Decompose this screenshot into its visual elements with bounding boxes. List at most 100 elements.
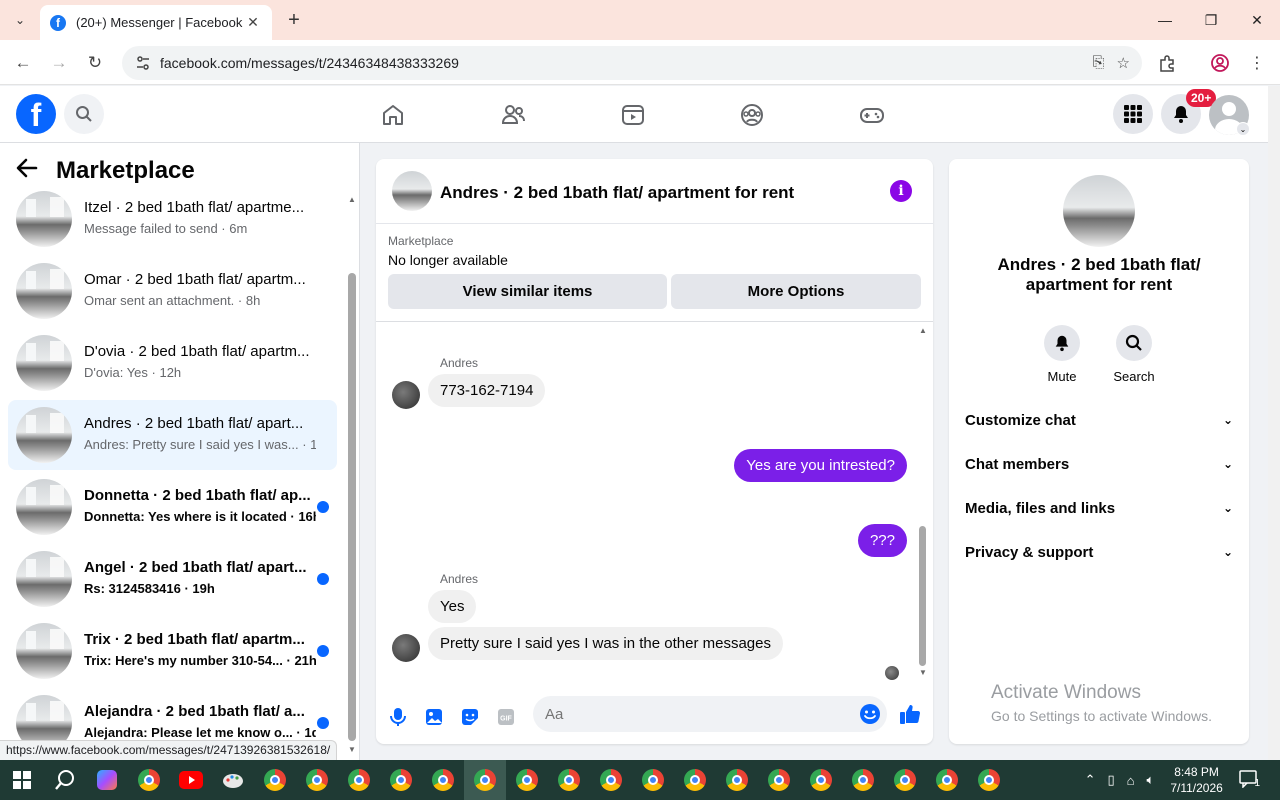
listing-photo[interactable] (1063, 175, 1135, 247)
groups-icon[interactable] (737, 100, 767, 130)
mute-action[interactable]: Mute (1032, 325, 1092, 384)
chrome-taskbar-icon[interactable] (380, 760, 422, 800)
facebook-search-button[interactable] (64, 94, 104, 134)
device-icon[interactable]: ▯ (1107, 772, 1114, 788)
chrome-taskbar-icon[interactable] (128, 760, 170, 800)
address-bar[interactable]: facebook.com/messages/t/2434634843833326… (122, 46, 1142, 80)
photo-icon[interactable] (423, 706, 445, 728)
microphone-icon[interactable] (387, 706, 409, 728)
message-input[interactable] (533, 696, 887, 732)
page-scrollbar[interactable] (1268, 86, 1280, 760)
chrome-taskbar-icon[interactable] (674, 760, 716, 800)
mute-bell-icon[interactable] (1044, 325, 1080, 361)
conversation-item[interactable]: D'ovia · 2 bed 1bath flat/ apartm... D'o… (8, 328, 337, 398)
chevron-up-icon[interactable]: ⌃ (1085, 772, 1096, 788)
friends-icon[interactable] (498, 100, 528, 130)
incoming-message[interactable]: Yes (428, 590, 477, 623)
sender-avatar[interactable] (392, 381, 420, 409)
browser-menu-icon[interactable]: ⋮ (1244, 50, 1270, 76)
site-info-icon[interactable] (132, 52, 154, 74)
profile-icon[interactable] (1207, 50, 1233, 76)
chrome-taskbar-icon[interactable] (590, 760, 632, 800)
incoming-message[interactable]: 773-162-7194 (428, 374, 546, 407)
sticker-icon[interactable] (459, 706, 481, 728)
scrollbar-thumb[interactable] (919, 526, 926, 666)
privacy-support-section[interactable]: Privacy & support ⌄ (965, 530, 1233, 574)
close-window-icon[interactable]: ✕ (1234, 0, 1280, 40)
youtube-icon[interactable] (170, 760, 212, 800)
conversation-item-active[interactable]: Andres · 2 bed 1bath flat/ apart... Andr… (8, 400, 337, 470)
chrome-taskbar-icon[interactable] (296, 760, 338, 800)
sender-avatar[interactable] (392, 634, 420, 662)
chrome-taskbar-icon[interactable] (800, 760, 842, 800)
media-files-links-section[interactable]: Media, files and links ⌄ (965, 486, 1233, 530)
conversation-item[interactable]: Itzel · 2 bed 1bath flat/ apartme... Mes… (8, 184, 337, 254)
chrome-taskbar-icon[interactable] (506, 760, 548, 800)
chat-title[interactable]: Andres · 2 bed 1bath flat/ apartment for… (440, 183, 794, 203)
sidebar-scrollbar[interactable]: ▲ ▼ (345, 191, 359, 756)
conversation-item[interactable]: Angel · 2 bed 1bath flat/ apart... Rs: 3… (8, 544, 337, 614)
scroll-down-icon[interactable]: ▼ (348, 745, 356, 754)
volume-icon[interactable]: 🔈︎ (1147, 772, 1155, 788)
menu-grid-icon[interactable] (1113, 94, 1153, 134)
conversation-info-icon[interactable]: i (890, 180, 912, 202)
video-icon[interactable] (618, 100, 648, 130)
conversation-item[interactable]: Donnetta · 2 bed 1bath flat/ ap... Donne… (8, 472, 337, 542)
like-thumbs-up-icon[interactable] (899, 703, 921, 725)
back-icon[interactable]: ← (10, 50, 36, 76)
home-icon[interactable] (378, 100, 408, 130)
conversation-item[interactable]: Trix · 2 bed 1bath flat/ apartm... Trix:… (8, 616, 337, 686)
chat-members-section[interactable]: Chat members ⌄ (965, 442, 1233, 486)
chrome-taskbar-icon[interactable] (926, 760, 968, 800)
chrome-taskbar-icon[interactable] (758, 760, 800, 800)
incoming-message[interactable]: Pretty sure I said yes I was in the othe… (428, 627, 783, 660)
account-chevron-icon[interactable]: ⌄ (1236, 122, 1250, 136)
more-options-button[interactable]: More Options (671, 274, 921, 309)
copilot-icon[interactable] (86, 760, 128, 800)
scroll-down-icon[interactable]: ▼ (919, 668, 927, 677)
extensions-icon[interactable] (1154, 50, 1180, 76)
scroll-up-icon[interactable]: ▲ (348, 195, 356, 204)
chat-listing-thumbnail[interactable] (392, 171, 432, 211)
notification-center-icon[interactable]: 1 (1239, 769, 1268, 791)
chat-scrollbar[interactable]: ▲ ▼ (916, 326, 928, 677)
install-app-icon[interactable]: ⎘ (1093, 54, 1105, 72)
emoji-icon[interactable] (859, 703, 881, 725)
new-tab-icon[interactable]: + (282, 8, 306, 32)
minimize-icon[interactable]: — (1142, 0, 1188, 40)
chrome-taskbar-icon[interactable] (422, 760, 464, 800)
scroll-up-icon[interactable]: ▲ (919, 326, 927, 335)
gif-icon[interactable]: GIF (495, 706, 517, 728)
conversation-item[interactable]: Omar · 2 bed 1bath flat/ apartm... Omar … (8, 256, 337, 326)
customize-chat-section[interactable]: Customize chat ⌄ (965, 398, 1233, 442)
network-icon[interactable]: ⌂ (1127, 773, 1135, 788)
forward-icon[interactable]: → (46, 50, 72, 76)
chrome-taskbar-icon[interactable] (338, 760, 380, 800)
chrome-taskbar-icon[interactable] (968, 760, 1010, 800)
chrome-taskbar-icon[interactable] (884, 760, 926, 800)
search-action[interactable]: Search (1104, 325, 1164, 384)
reload-icon[interactable]: ↻ (82, 50, 108, 76)
chrome-taskbar-icon-active[interactable] (464, 760, 506, 800)
tab-search-icon[interactable]: ⌄ (8, 8, 32, 32)
gaming-icon[interactable] (857, 100, 887, 130)
facebook-logo-icon[interactable]: f (16, 94, 56, 134)
outgoing-message[interactable]: ??? (857, 524, 907, 557)
taskbar-search-icon[interactable] (44, 760, 86, 800)
chrome-taskbar-icon[interactable] (842, 760, 884, 800)
taskbar-clock[interactable]: 8:48 PM 7/11/2026 (1170, 764, 1223, 796)
outgoing-message[interactable]: Yes are you intrested? (734, 449, 907, 482)
search-icon[interactable] (1116, 325, 1152, 361)
back-arrow-icon[interactable] (16, 157, 46, 185)
tab-close-icon[interactable]: ✕ (244, 14, 262, 31)
bookmark-star-icon[interactable]: ☆ (1117, 54, 1130, 72)
scrollbar-thumb[interactable] (348, 273, 356, 741)
paint-app-icon[interactable] (212, 760, 254, 800)
chrome-taskbar-icon[interactable] (632, 760, 674, 800)
view-similar-items-button[interactable]: View similar items (388, 274, 667, 309)
browser-tab[interactable]: f (20+) Messenger | Facebook ✕ (40, 5, 272, 40)
chrome-taskbar-icon[interactable] (716, 760, 758, 800)
chrome-taskbar-icon[interactable] (548, 760, 590, 800)
windows-start-icon[interactable] (0, 760, 44, 800)
restore-icon[interactable]: ❐ (1188, 0, 1234, 40)
